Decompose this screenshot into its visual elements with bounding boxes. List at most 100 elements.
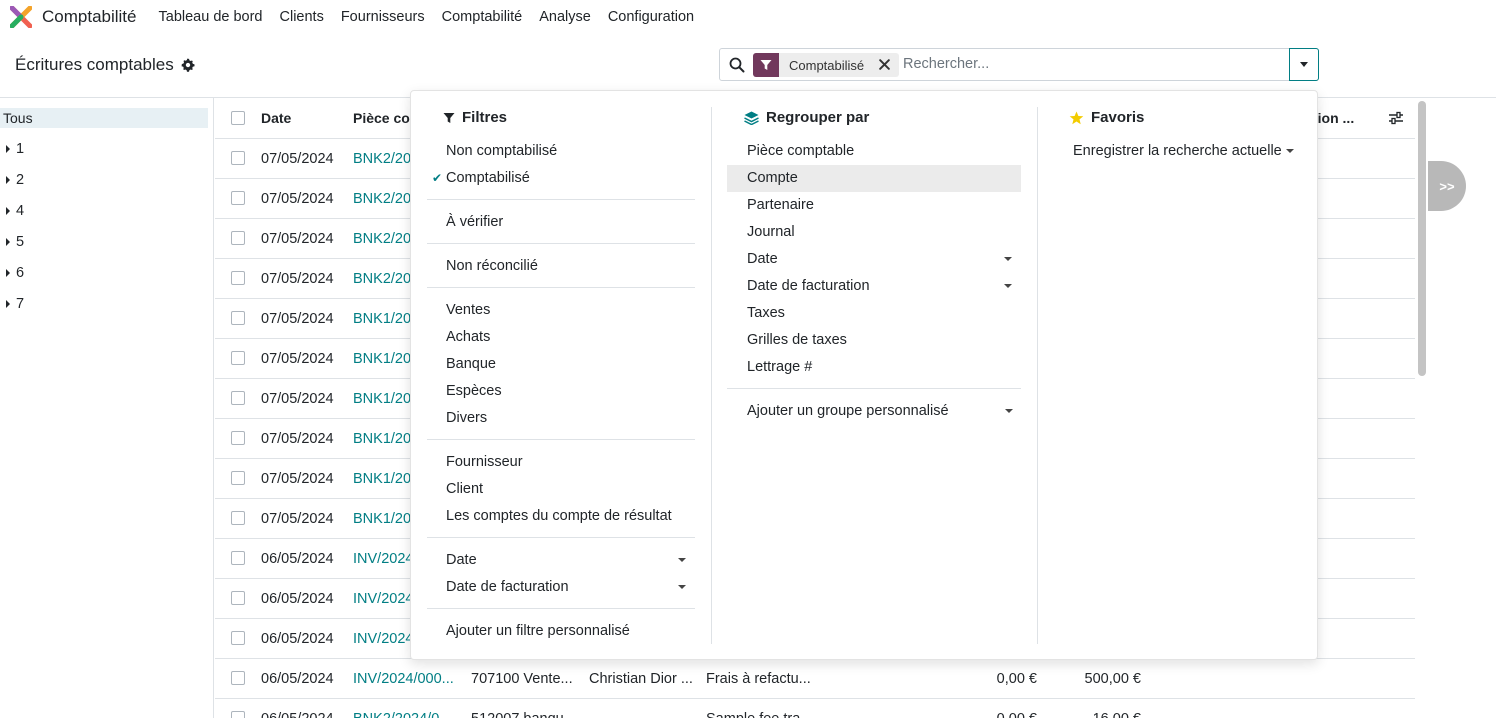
side-item[interactable]: 4	[6, 203, 24, 219]
cell-piece[interactable]: BNK1/20	[353, 351, 411, 367]
filter-achats[interactable]: Achats	[446, 329, 490, 345]
filter-a-verifier[interactable]: À vérifier	[446, 214, 503, 230]
select-all-checkbox[interactable]	[231, 111, 245, 125]
side-item[interactable]: 2	[6, 172, 24, 188]
caret-down-icon[interactable]	[678, 558, 686, 562]
cell-piece[interactable]: BNK1/20	[353, 431, 411, 447]
layers-icon	[744, 111, 759, 125]
filter-fournisseur[interactable]: Fournisseur	[446, 454, 523, 470]
caret-down-icon[interactable]	[1004, 257, 1012, 261]
search-icon[interactable]	[729, 57, 745, 73]
column-header-date[interactable]: Date	[261, 110, 291, 126]
caret-right-icon	[6, 269, 10, 277]
row-checkbox[interactable]	[231, 471, 245, 485]
add-custom-group[interactable]: Ajouter un groupe personnalisé	[747, 403, 949, 419]
row-checkbox[interactable]	[231, 151, 245, 165]
row-checkbox[interactable]	[231, 551, 245, 565]
row-checkbox[interactable]	[231, 351, 245, 365]
row-checkbox[interactable]	[231, 191, 245, 205]
cell-piece[interactable]: INV/2024/000...	[353, 671, 454, 687]
search-input[interactable]	[903, 56, 1283, 72]
row-checkbox[interactable]	[231, 631, 245, 645]
filter-banque[interactable]: Banque	[446, 356, 496, 372]
side-item-label: 6	[16, 265, 25, 281]
cell-date: 07/05/2024	[261, 351, 334, 367]
filter-date[interactable]: Date	[446, 552, 477, 568]
side-item[interactable]: 1	[6, 141, 24, 157]
groupby-taxes[interactable]: Taxes	[747, 305, 785, 321]
caret-down-icon[interactable]	[1005, 409, 1013, 413]
groupby-date[interactable]: Date	[747, 251, 778, 267]
menu-analyse[interactable]: Analyse	[531, 9, 600, 25]
groupby-grilles-taxes[interactable]: Grilles de taxes	[747, 332, 847, 348]
app-name[interactable]: Comptabilité	[42, 7, 137, 27]
cell-piece[interactable]: INV/2024	[353, 551, 413, 567]
side-item[interactable]: 6	[6, 265, 24, 281]
menu-configuration[interactable]: Configuration	[599, 9, 702, 25]
groupby-journal[interactable]: Journal	[747, 224, 795, 240]
cell-piece[interactable]: BNK2/20	[353, 191, 411, 207]
optional-columns-icon[interactable]	[1388, 111, 1404, 125]
caret-down-icon[interactable]	[1286, 149, 1294, 153]
filters-title: Filtres	[443, 109, 507, 126]
menu-fournisseurs[interactable]: Fournisseurs	[332, 9, 433, 25]
cell-piece[interactable]: BNK1/20	[353, 511, 411, 527]
row-checkbox[interactable]	[231, 311, 245, 325]
divider	[427, 537, 695, 538]
add-custom-filter[interactable]: Ajouter un filtre personnalisé	[446, 623, 630, 639]
table-row[interactable]: 06/05/2024 INV/2024/000... 707100 Vente...…	[215, 659, 1415, 699]
search-options-toggle[interactable]	[1289, 48, 1319, 81]
caret-down-icon[interactable]	[678, 585, 686, 589]
row-checkbox[interactable]	[231, 711, 245, 718]
cell-piece[interactable]: BNK2/20	[353, 151, 411, 167]
divider	[727, 388, 1021, 389]
groupby-date-facturation[interactable]: Date de facturation	[747, 278, 870, 294]
expand-panel-button[interactable]: >>	[1428, 161, 1466, 211]
filter-ventes[interactable]: Ventes	[446, 302, 490, 318]
cell-piece[interactable]: BNK2/20	[353, 231, 411, 247]
cell-piece[interactable]: BNK2/2024/0...	[353, 711, 451, 718]
side-item-all[interactable]: Tous	[0, 108, 208, 128]
groupby-lettrage[interactable]: Lettrage #	[747, 359, 812, 375]
filter-non-reconcilie[interactable]: Non réconcilié	[446, 258, 538, 274]
filter-divers[interactable]: Divers	[446, 410, 487, 426]
cell-piece[interactable]: BNK2/20	[353, 271, 411, 287]
row-checkbox[interactable]	[231, 511, 245, 525]
row-checkbox[interactable]	[231, 391, 245, 405]
row-checkbox[interactable]	[231, 671, 245, 685]
caret-down-icon[interactable]	[1004, 284, 1012, 288]
filter-client[interactable]: Client	[446, 481, 483, 497]
side-item[interactable]: 7	[6, 296, 24, 312]
row-checkbox[interactable]	[231, 431, 245, 445]
app-logo-icon[interactable]	[10, 6, 32, 28]
cell-piece[interactable]: INV/2024	[353, 591, 413, 607]
cell-piece[interactable]: BNK1/20	[353, 391, 411, 407]
filter-especes[interactable]: Espèces	[446, 383, 502, 399]
filter-comptes-resultat[interactable]: Les comptes du compte de résultat	[446, 508, 672, 524]
close-icon[interactable]	[878, 58, 891, 71]
menu-tableau-de-bord[interactable]: Tableau de bord	[150, 9, 271, 25]
table-row[interactable]: 06/05/2024 BNK2/2024/0... 512007 banqu... S…	[215, 699, 1415, 718]
column-header-piece[interactable]: Pièce co	[353, 110, 410, 126]
cell-date: 07/05/2024	[261, 511, 334, 527]
save-current-search[interactable]: Enregistrer la recherche actuelle	[1073, 143, 1282, 159]
filter-comptabilise[interactable]: Comptabilisé	[446, 170, 530, 186]
groupby-compte[interactable]: Compte	[747, 170, 798, 186]
row-checkbox[interactable]	[231, 271, 245, 285]
groupby-partenaire[interactable]: Partenaire	[747, 197, 814, 213]
cell-piece[interactable]: BNK1/20	[353, 471, 411, 487]
row-checkbox[interactable]	[231, 591, 245, 605]
gear-icon[interactable]	[181, 58, 195, 72]
cell-piece[interactable]: BNK1/20	[353, 311, 411, 327]
filter-date-facturation[interactable]: Date de facturation	[446, 579, 569, 595]
divider	[427, 287, 695, 288]
filter-non-comptabilise[interactable]: Non comptabilisé	[446, 143, 557, 159]
menu-comptabilite[interactable]: Comptabilité	[433, 9, 531, 25]
row-checkbox[interactable]	[231, 231, 245, 245]
column-header-truncated[interactable]: tion ...	[1313, 110, 1354, 126]
groupby-piece-comptable[interactable]: Pièce comptable	[747, 143, 854, 159]
side-item[interactable]: 5	[6, 234, 24, 250]
cell-piece[interactable]: INV/2024	[353, 631, 413, 647]
scrollbar-thumb[interactable]	[1418, 101, 1426, 376]
menu-clients[interactable]: Clients	[271, 9, 332, 25]
